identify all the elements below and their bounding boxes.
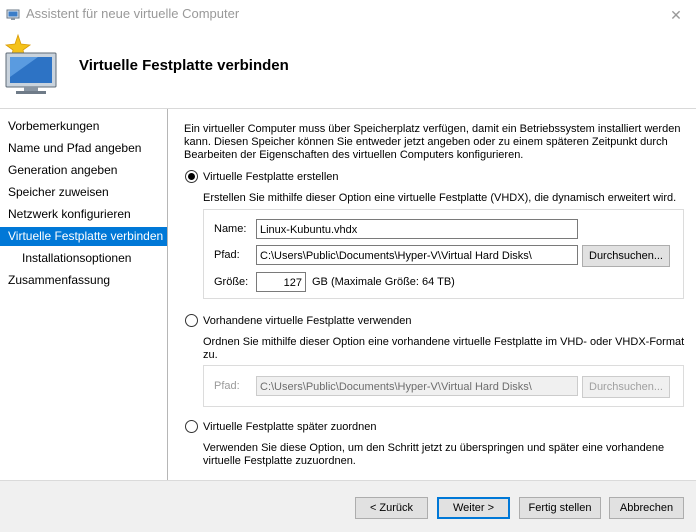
page-title: Virtuelle Festplatte verbinden (79, 57, 289, 74)
name-label: Name: (214, 223, 247, 235)
app-icon (6, 9, 20, 20)
create-disk-radio[interactable] (185, 170, 198, 183)
size-label: Größe: (214, 276, 249, 288)
nav-item-installationsoptionen[interactable]: Installationsoptionen (0, 249, 167, 268)
back-button[interactable]: < Zurück (355, 497, 428, 519)
intro-text-line-2: kann. Diesen Speicher können Sie entwede… (184, 136, 668, 148)
attach-later-label[interactable]: Virtuelle Festplatte später zuordnen (203, 420, 376, 434)
nav-item-generation[interactable]: Generation angeben (0, 161, 167, 180)
existing-disk-label[interactable]: Vorhandene virtuelle Festplatte verwende… (203, 314, 412, 328)
wizard-header: Virtuelle Festplatte verbinden (0, 30, 696, 109)
existing-disk-group: Pfad: C:\Users\Public\Documents\Hyper-V\… (203, 365, 684, 407)
cancel-button[interactable]: Abbrechen (609, 497, 684, 519)
main-content: Ein virtueller Computer muss über Speich… (168, 109, 696, 480)
wizard-step-nav: Vorbemerkungen Name und Pfad angeben Gen… (0, 109, 168, 480)
finish-button[interactable]: Fertig stellen (519, 497, 601, 519)
nav-item-netzwerk[interactable]: Netzwerk konfigurieren (0, 205, 167, 224)
attach-later-description-line-1: Verwenden Sie diese Option, um den Schri… (203, 442, 665, 454)
intro-text-line-3: Bearbeiten der Eigenschaften des virtuel… (184, 149, 524, 161)
attach-later-radio[interactable] (185, 420, 198, 433)
existing-path-label: Pfad: (214, 380, 240, 392)
create-disk-label[interactable]: Virtuelle Festplatte erstellen (203, 170, 339, 184)
new-vm-wizard-icon (4, 33, 57, 94)
existing-browse-button[interactable]: Durchsuchen... (582, 376, 670, 398)
attach-later-description-line-2: virtuelle Festplatte zuzuordnen. (203, 455, 356, 467)
intro-text-line-1: Ein virtueller Computer muss über Speich… (184, 123, 681, 135)
wizard-footer: < Zurück Weiter > Fertig stellen Abbrech… (0, 480, 696, 532)
nav-item-name-und-pfad[interactable]: Name und Pfad angeben (0, 139, 167, 158)
create-disk-group: Name: Linux-Kubuntu.vhdx Pfad: C:\Users\… (203, 209, 684, 299)
window-title: Assistent für neue virtuelle Computer (26, 6, 240, 21)
path-label: Pfad: (214, 249, 240, 261)
existing-disk-description-line-1: Ordnen Sie mithilfe dieser Option eine v… (203, 336, 685, 348)
existing-path-input[interactable]: C:\Users\Public\Documents\Hyper-V\Virtua… (256, 376, 578, 396)
existing-disk-radio[interactable] (185, 314, 198, 327)
next-button[interactable]: Weiter > (437, 497, 510, 519)
size-input[interactable]: 127 (256, 272, 306, 292)
nav-item-zusammenfassung[interactable]: Zusammenfassung (0, 271, 167, 290)
create-disk-description: Erstellen Sie mithilfe dieser Option ein… (203, 192, 677, 204)
browse-button[interactable]: Durchsuchen... (582, 245, 670, 267)
close-button[interactable]: ✕ (656, 0, 696, 30)
nav-item-virtuelle-festplatte[interactable]: Virtuelle Festplatte verbinden (0, 227, 167, 246)
path-input[interactable]: C:\Users\Public\Documents\Hyper-V\Virtua… (256, 245, 578, 265)
nav-item-vorbemerkungen[interactable]: Vorbemerkungen (0, 117, 167, 136)
existing-disk-description-line-2: zu. (203, 349, 218, 361)
nav-item-speicher[interactable]: Speicher zuweisen (0, 183, 167, 202)
name-input[interactable]: Linux-Kubuntu.vhdx (256, 219, 578, 239)
title-bar: Assistent für neue virtuelle Computer ✕ (0, 0, 696, 30)
size-hint: GB (Maximale Größe: 64 TB) (312, 276, 455, 288)
